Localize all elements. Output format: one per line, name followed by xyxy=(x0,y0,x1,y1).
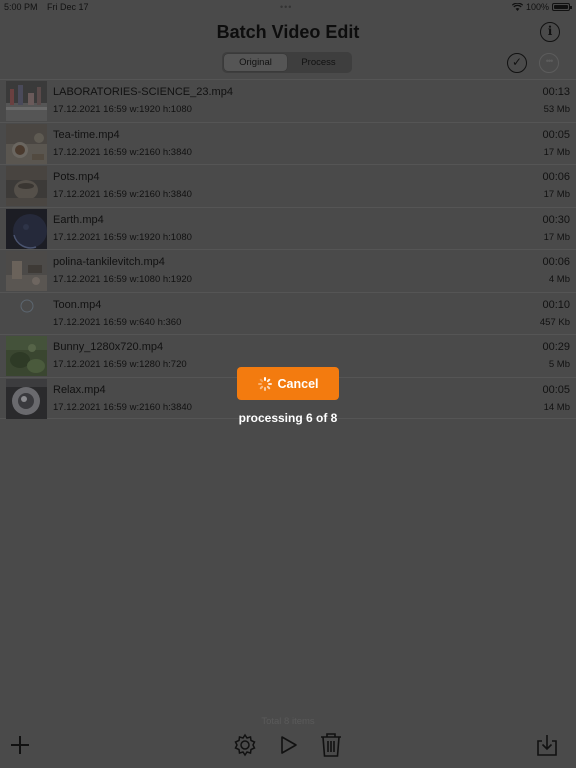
download-icon[interactable] xyxy=(536,733,558,757)
file-name: Relax.mp4 xyxy=(53,383,106,396)
battery-percent: 100% xyxy=(525,2,549,12)
file-duration: 00:05 xyxy=(542,128,570,141)
plus-icon[interactable] xyxy=(10,735,30,755)
file-name: LABORATORIES-SCIENCE_23.mp4 xyxy=(53,86,233,98)
file-duration: 00:13 xyxy=(542,86,570,98)
processing-status: processing 6 of 8 xyxy=(238,411,338,425)
file-row[interactable]: Pots.mp4 17.12.2021 16:59 w:2160 h:3840 … xyxy=(0,164,576,207)
video-thumbnail-toon xyxy=(6,293,47,334)
status-right: 100% xyxy=(511,2,572,12)
video-thumbnail-bunny xyxy=(6,336,47,376)
battery-icon xyxy=(552,3,572,11)
status-date: Fri Dec 17 xyxy=(47,2,89,12)
file-size: 17 Mb xyxy=(543,189,570,200)
cancel-button[interactable]: Cancel xyxy=(237,367,339,400)
file-duration: 00:29 xyxy=(542,341,570,353)
play-icon[interactable] xyxy=(279,735,299,755)
ellipsis-circle-icon[interactable]: ••• xyxy=(539,53,559,73)
file-meta: 17.12.2021 16:59 w:2160 h:3840 xyxy=(53,146,192,158)
file-row[interactable]: Tea-time.mp4 17.12.2021 16:59 w:2160 h:3… xyxy=(0,121,576,165)
file-duration: 00:06 xyxy=(542,171,570,183)
file-size: 53 Mb xyxy=(543,104,570,115)
segment-original[interactable]: Original xyxy=(224,54,287,71)
file-meta: 17.12.2021 16:59 w:640 h:360 xyxy=(53,316,182,328)
video-thumbnail-earth xyxy=(6,208,47,249)
total-items-label: Total 8 items xyxy=(261,716,315,727)
file-row[interactable]: Earth.mp4 17.12.2021 16:59 w:1920 h:1080… xyxy=(0,206,576,250)
file-size: 4 Mb xyxy=(548,274,570,285)
segment-process[interactable]: Process xyxy=(287,54,350,71)
spinner-icon xyxy=(257,376,272,391)
video-thumbnail-lab xyxy=(6,81,47,121)
file-size: 17 Mb xyxy=(543,231,570,243)
file-name: Pots.mp4 xyxy=(53,171,100,183)
file-meta: 17.12.2021 16:59 w:1080 h:1920 xyxy=(53,274,192,285)
view-segmented-control[interactable]: Original Process xyxy=(222,52,352,73)
info-icon[interactable]: i xyxy=(540,22,560,42)
checkmark-circle-icon[interactable]: ✓ xyxy=(507,53,527,73)
file-meta: 17.12.2021 16:59 w:1920 h:1080 xyxy=(53,104,192,115)
multitasking-dots-icon[interactable]: ••• xyxy=(280,2,292,12)
video-thumbnail-pots xyxy=(6,166,47,206)
file-size: 5 Mb xyxy=(548,359,570,370)
file-name: Earth.mp4 xyxy=(53,213,104,226)
file-meta: 17.12.2021 16:59 w:1280 h:720 xyxy=(53,359,187,370)
file-duration: 00:06 xyxy=(542,256,570,268)
wifi-icon xyxy=(511,3,523,11)
file-row[interactable]: LABORATORIES-SCIENCE_23.mp4 17.12.2021 1… xyxy=(0,79,576,122)
file-size: 17 Mb xyxy=(543,146,570,158)
file-row[interactable]: Toon.mp4 17.12.2021 16:59 w:640 h:360 00… xyxy=(0,291,576,335)
page-title: Batch Video Edit xyxy=(216,22,360,42)
file-name: Bunny_1280x720.mp4 xyxy=(53,341,164,353)
video-thumbnail-polina xyxy=(6,251,47,291)
cancel-label: Cancel xyxy=(277,376,319,391)
file-duration: 00:10 xyxy=(542,298,570,311)
video-thumbnail-tea xyxy=(6,123,47,164)
file-name: Tea-time.mp4 xyxy=(53,128,120,141)
file-meta: 17.12.2021 16:59 w:1920 h:1080 xyxy=(53,231,192,243)
file-name: polina-tankilevitch.mp4 xyxy=(53,256,165,268)
file-meta: 17.12.2021 16:59 w:2160 h:3840 xyxy=(53,189,192,200)
file-name: Toon.mp4 xyxy=(53,298,102,311)
status-bar: 5:00 PM Fri Dec 17 ••• 100% xyxy=(0,0,576,14)
file-size: 457 Kb xyxy=(539,316,570,328)
gear-icon[interactable] xyxy=(232,733,258,757)
file-row[interactable]: polina-tankilevitch.mp4 17.12.2021 16:59… xyxy=(0,249,576,292)
trash-icon[interactable] xyxy=(319,732,343,758)
status-time: 5:00 PM xyxy=(4,2,38,12)
file-duration: 00:05 xyxy=(542,383,570,396)
file-duration: 00:30 xyxy=(542,213,570,226)
